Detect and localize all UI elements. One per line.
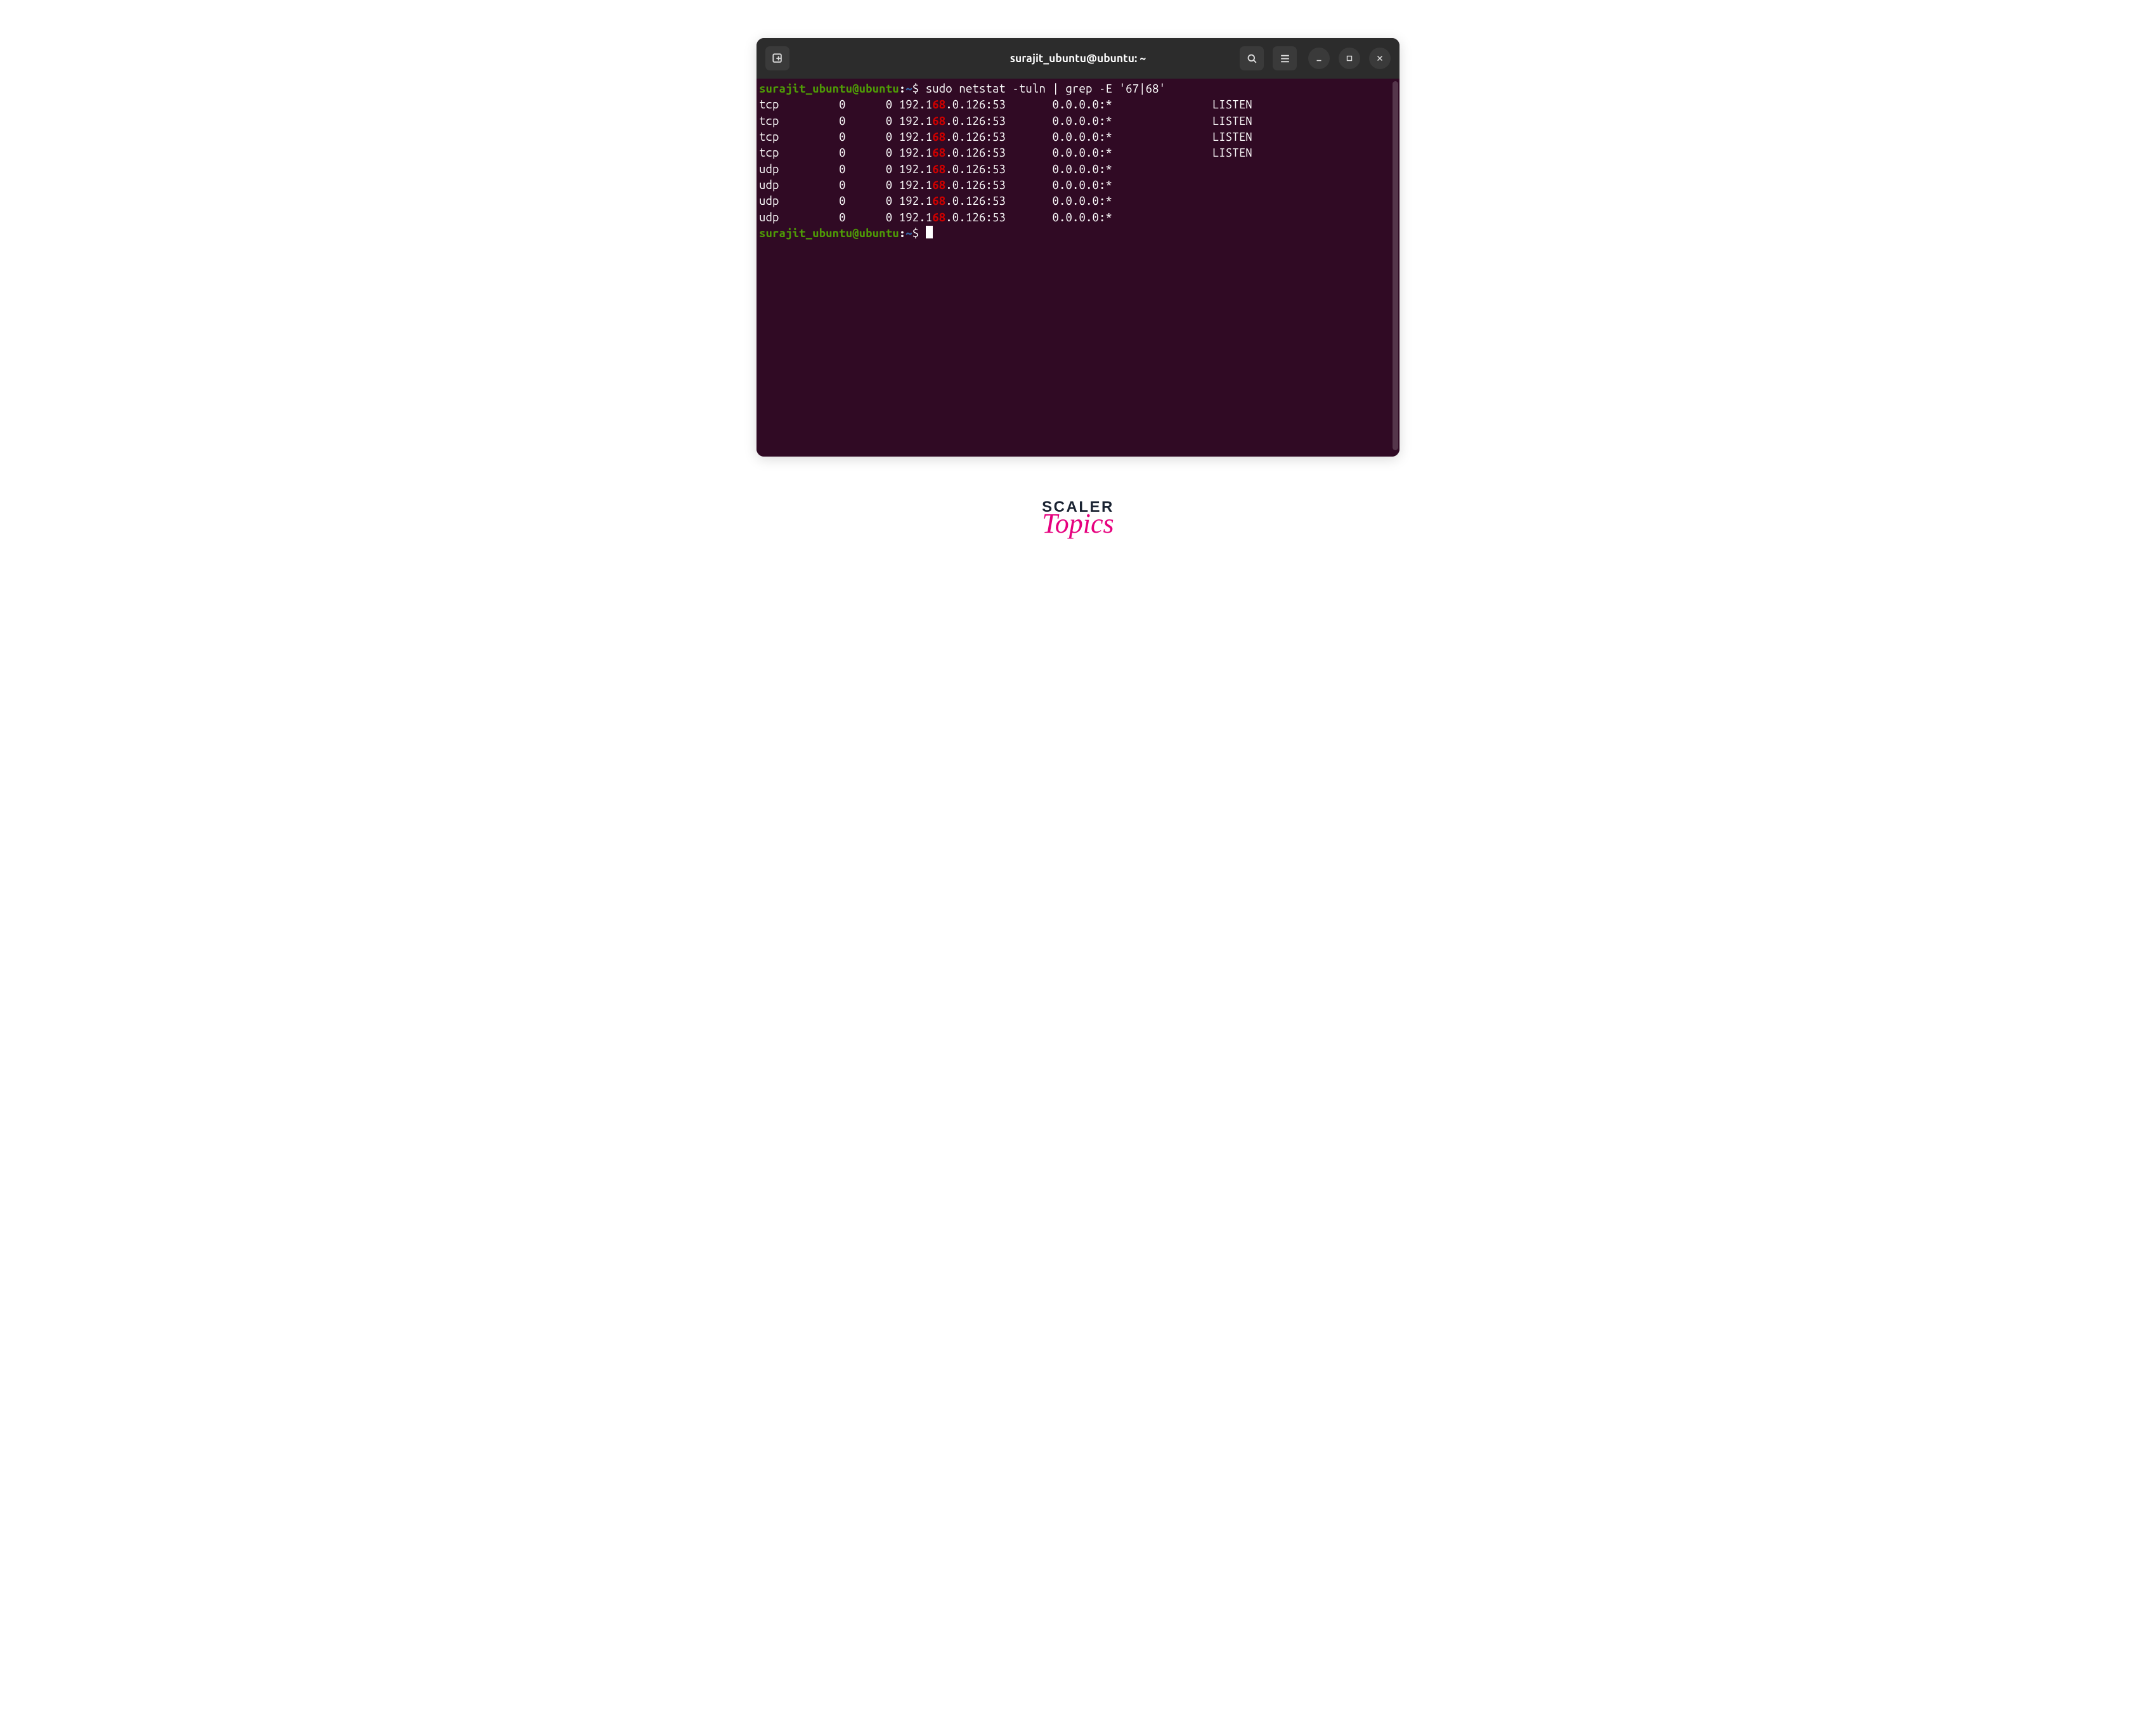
logo-line2: Topics <box>1015 507 1141 540</box>
new-tab-button[interactable] <box>765 46 789 70</box>
search-icon <box>1246 53 1258 65</box>
terminal-content: surajit_ubuntu@ubuntu:~$ sudo netstat -t… <box>759 81 1399 242</box>
minimize-button[interactable] <box>1308 48 1330 69</box>
close-button[interactable] <box>1369 48 1391 69</box>
terminal-window: surajit_ubuntu@ubuntu: ~ <box>757 38 1399 457</box>
prompt-line: surajit_ubuntu@ubuntu:~$ sudo netstat -t… <box>759 81 1399 97</box>
netstat-row: tcp 0 0 192.168.0.126:53 0.0.0.0:* LISTE… <box>759 145 1399 161</box>
maximize-icon <box>1345 54 1354 63</box>
menu-button[interactable] <box>1273 46 1297 70</box>
close-icon <box>1375 54 1384 63</box>
terminal-body[interactable]: surajit_ubuntu@ubuntu:~$ sudo netstat -t… <box>757 79 1399 457</box>
prompt-line-idle: surajit_ubuntu@ubuntu:~$ <box>759 226 1399 242</box>
title-bar-controls <box>1240 46 1391 70</box>
netstat-row: udp 0 0 192.168.0.126:53 0.0.0.0:* <box>759 162 1399 178</box>
search-button[interactable] <box>1240 46 1264 70</box>
minimize-icon <box>1315 54 1323 63</box>
brand-logo: SCALER Topics <box>1015 498 1141 556</box>
maximize-button[interactable] <box>1339 48 1360 69</box>
netstat-row: udp 0 0 192.168.0.126:53 0.0.0.0:* <box>759 193 1399 209</box>
netstat-row: udp 0 0 192.168.0.126:53 0.0.0.0:* <box>759 178 1399 193</box>
new-tab-icon <box>771 52 784 65</box>
cursor <box>926 226 933 238</box>
scrollbar[interactable] <box>1393 81 1398 450</box>
hamburger-icon <box>1279 53 1291 65</box>
window-title: surajit_ubuntu@ubuntu: ~ <box>1010 53 1146 65</box>
title-bar: surajit_ubuntu@ubuntu: ~ <box>757 38 1399 79</box>
netstat-row: tcp 0 0 192.168.0.126:53 0.0.0.0:* LISTE… <box>759 97 1399 113</box>
netstat-row: tcp 0 0 192.168.0.126:53 0.0.0.0:* LISTE… <box>759 114 1399 129</box>
netstat-row: tcp 0 0 192.168.0.126:53 0.0.0.0:* LISTE… <box>759 129 1399 145</box>
netstat-row: udp 0 0 192.168.0.126:53 0.0.0.0:* <box>759 210 1399 226</box>
